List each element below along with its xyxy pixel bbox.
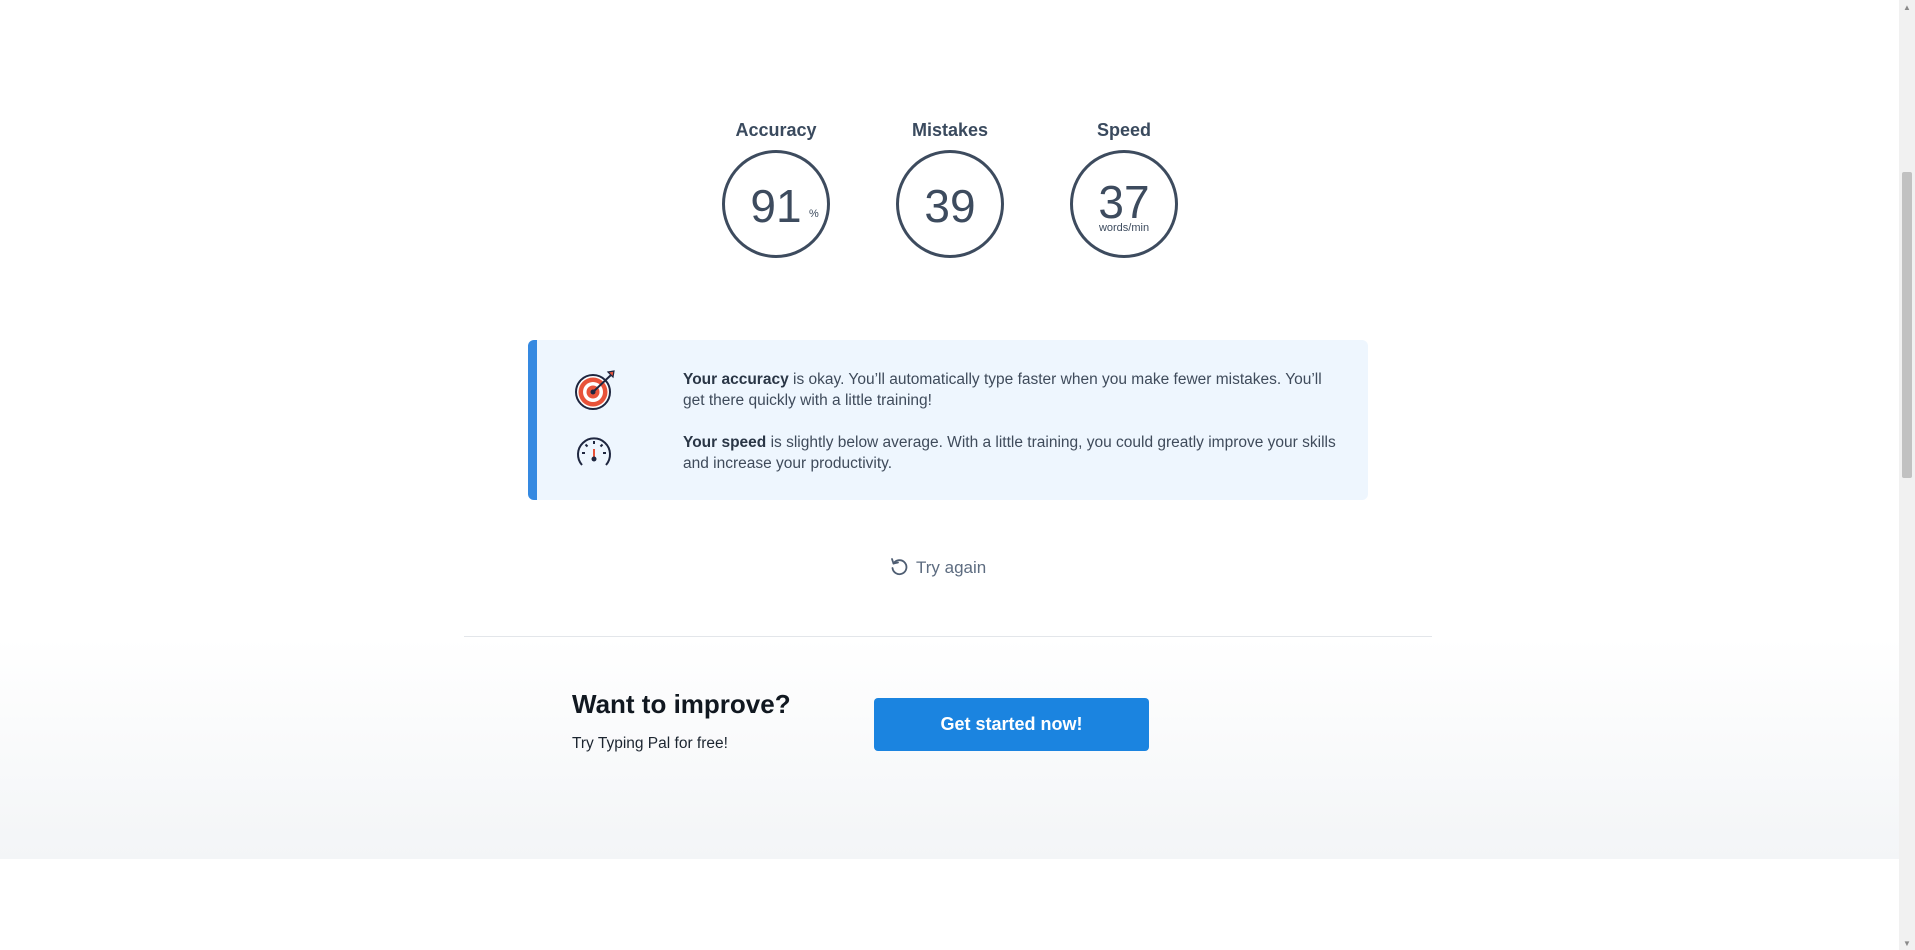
accuracy-ring: 91 % <box>722 150 830 258</box>
get-started-button[interactable]: Get started now! <box>874 698 1149 751</box>
try-again-button[interactable]: Try again <box>889 555 986 581</box>
mistakes-ring: 39 <box>896 150 1004 258</box>
speed-ring: 37 words/min <box>1070 150 1178 258</box>
accuracy-value: 91 <box>750 180 802 232</box>
accuracy-feedback: Your accuracy is okay. You’ll automatica… <box>573 367 1338 411</box>
speed-value: 37 <box>1098 176 1150 228</box>
speed-unit: words/min <box>1098 222 1150 234</box>
improve-title: Want to improve? <box>572 689 791 719</box>
accuracy-unit: % <box>809 208 819 220</box>
mistakes-value: 39 <box>924 180 976 232</box>
improve-subtitle: Try Typing Pal for free! <box>572 735 728 752</box>
speed-stat: Speed 37 words/min <box>1054 120 1194 258</box>
accuracy-feedback-heading: Your accuracy <box>683 371 789 388</box>
speed-feedback-heading: Your speed <box>683 434 767 451</box>
feedback-box: Your accuracy is okay. You’ll automatica… <box>528 340 1368 500</box>
accuracy-stat: Accuracy 91 % <box>706 120 846 258</box>
mistakes-label: Mistakes <box>911 120 989 140</box>
scroll-up-arrow-icon[interactable]: ▲ <box>1899 0 1915 14</box>
scrollbar-thumb[interactable] <box>1902 172 1912 478</box>
improve-section: Want to improve? Try Typing Pal for free… <box>0 637 1899 859</box>
scroll-down-arrow-icon[interactable]: ▼ <box>1899 936 1915 950</box>
retry-icon <box>889 556 916 581</box>
mistakes-stat: Mistakes 39 <box>880 120 1020 258</box>
feedback-accent-bar <box>528 340 537 500</box>
speed-feedback-text: Your speed is slightly below average. Wi… <box>683 432 1338 474</box>
accuracy-feedback-text: Your accuracy is okay. You’ll automatica… <box>683 369 1338 411</box>
accuracy-label: Accuracy <box>735 120 817 140</box>
speed-feedback: Your speed is slightly below average. Wi… <box>573 432 1338 476</box>
try-again-label: Try again <box>916 558 987 577</box>
speedometer-icon <box>573 432 617 476</box>
results-page: Accuracy 91 % Mistakes 39 Speed 37 words… <box>0 0 1899 950</box>
target-icon <box>573 367 617 411</box>
speed-label: Speed <box>1096 120 1152 140</box>
vertical-scrollbar[interactable]: ▲ ▼ <box>1899 0 1915 950</box>
speed-feedback-body: is slightly below average. With a little… <box>683 434 1336 472</box>
